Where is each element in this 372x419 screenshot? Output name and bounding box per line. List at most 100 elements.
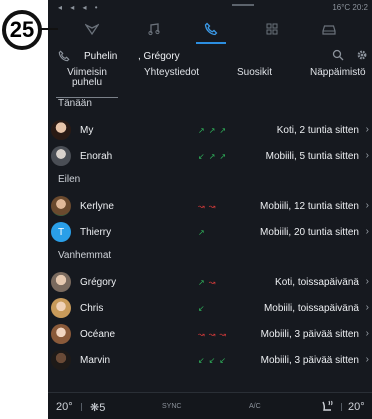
contact-avatar — [51, 324, 71, 344]
contact-name: Kerlyne — [80, 201, 114, 212]
nav-active-indicator — [196, 42, 226, 44]
sync-button[interactable]: SYNC — [162, 403, 181, 410]
status-bar: ◂ ◂ ◂ • 16°C 20:2 — [48, 0, 372, 14]
contact-name: Marvin — [80, 355, 111, 366]
call-type-icons: ↗↝ — [198, 278, 219, 287]
section-header: Eilen — [58, 174, 81, 185]
call-log-row[interactable]: Grégory ↗↝ Koti, toissapäivänä › — [48, 270, 372, 296]
call-type-icons: ↗ — [198, 228, 209, 237]
nav-phone-button[interactable] — [193, 18, 229, 40]
missed-call-icon: ↝ — [198, 202, 209, 211]
fan-speed-value: 5 — [99, 402, 106, 414]
temp-left-control[interactable]: 20° — [56, 401, 73, 413]
call-detail: Mobiili, 3 päivää sitten — [260, 355, 359, 366]
status-handle — [232, 4, 254, 6]
chevron-right-icon: › — [365, 124, 369, 135]
nav-apps-button[interactable] — [254, 18, 290, 40]
car-icon — [322, 25, 336, 35]
fan-icon: ❋ — [90, 402, 100, 414]
contact-avatar — [51, 272, 71, 292]
tab-recent-calls[interactable]: Viimeisin puhelu — [56, 68, 118, 88]
avatar-letter: T — [57, 226, 65, 238]
contact-name: Thierry — [80, 227, 112, 238]
nav-media-button[interactable] — [136, 18, 172, 40]
outgoing-call-icon: ↗ — [208, 126, 220, 135]
tab-keypad[interactable]: Näppäimistö — [310, 68, 366, 78]
nav-vehicle-button[interactable] — [311, 18, 347, 40]
chevron-right-icon: › — [365, 354, 369, 365]
call-type-icons: ↙ — [198, 304, 209, 313]
chevron-right-icon: › — [365, 226, 369, 237]
tab-favorites[interactable]: Suosikit — [237, 68, 272, 78]
phone-header: Puhelin , Grégory — [48, 46, 372, 68]
search-button[interactable] — [332, 49, 344, 64]
seat-heat-button[interactable] — [320, 400, 334, 415]
call-detail: Mobiili, 5 tuntia sitten — [265, 151, 359, 162]
incoming-call-icon: ↙ — [208, 356, 220, 365]
call-detail: Mobiili, toissapäivänä — [263, 303, 359, 314]
call-detail: Koti, 2 tuntia sitten — [276, 125, 359, 136]
call-log-row[interactable]: Kerlyne ↝↝ Mobiili, 12 tuntia sitten › — [48, 194, 372, 220]
incoming-call-icon: ↙ — [198, 152, 209, 161]
tab-recent-calls-line2: puhelu — [71, 77, 103, 88]
temp-right-control[interactable]: 20° — [348, 401, 365, 413]
ac-button[interactable]: A/C — [249, 403, 261, 410]
call-detail: Mobiili, 12 tuntia sitten — [260, 201, 359, 212]
top-navigation — [48, 14, 372, 44]
section-header: Vanhemmat — [58, 250, 112, 261]
contact-name: My — [80, 125, 94, 136]
call-detail: Koti, toissapäivänä — [275, 277, 359, 288]
outgoing-call-icon: ↗ — [219, 126, 231, 135]
call-log-row[interactable]: My ↗↗↗ Koti, 2 tuntia sitten › — [48, 118, 372, 144]
fan-speed-control[interactable]: ❋5 — [90, 401, 105, 414]
contact-avatar — [51, 350, 71, 370]
settings-button[interactable] — [356, 49, 368, 64]
call-type-icons: ↝↝↝ — [198, 330, 230, 339]
call-type-icons: ↗↗↗ — [198, 126, 230, 135]
gear-icon — [357, 50, 367, 60]
divider — [341, 403, 342, 411]
grid-icon — [266, 23, 278, 35]
call-log-row[interactable]: Marvin ↙↙↙ Mobiili, 3 päivää sitten › — [48, 348, 372, 374]
missed-call-icon: ↝ — [198, 330, 209, 339]
chevron-right-icon: › — [365, 302, 369, 313]
outgoing-call-icon: ↗ — [198, 278, 209, 287]
phone-title: Puhelin — [84, 51, 118, 62]
phone-icon — [204, 22, 218, 36]
nav-navigation-button[interactable] — [74, 18, 110, 40]
call-log-row[interactable]: T Thierry ↗ Mobiili, 20 tuntia sitten › — [48, 220, 372, 246]
call-type-icons: ↙↗↗ — [198, 152, 230, 161]
connected-device-name: , Grégory — [138, 51, 180, 62]
missed-call-icon: ↝ — [219, 330, 231, 339]
missed-call-icon: ↝ — [208, 278, 220, 287]
divider — [81, 403, 82, 411]
status-right-text: 16°C 20:2 — [332, 3, 368, 12]
incoming-call-icon: ↙ — [219, 356, 231, 365]
outgoing-call-icon: ↗ — [219, 152, 231, 161]
call-log-row[interactable]: Enorah ↙↗↗ Mobiili, 5 tuntia sitten › — [48, 144, 372, 170]
chevron-right-icon: › — [365, 150, 369, 161]
contact-name: Grégory — [80, 277, 117, 288]
status-icons: ◂ ◂ ◂ • — [58, 3, 101, 12]
call-type-icons: ↝↝ — [198, 202, 219, 211]
call-log-row[interactable]: Chris ↙ Mobiili, toissapäivänä › — [48, 296, 372, 322]
phone-small-icon — [58, 50, 70, 62]
contact-name: Chris — [80, 303, 104, 314]
seat-heat-icon — [322, 400, 333, 411]
incoming-call-icon: ↙ — [198, 304, 209, 313]
call-log-row[interactable]: Océane ↝↝↝ Mobiili, 3 päivää sitten › — [48, 322, 372, 348]
climate-bar: 20° ❋5 SYNC A/C 20° — [48, 392, 372, 419]
tab-contacts[interactable]: Yhteystiedot — [144, 68, 199, 78]
outgoing-call-icon: ↗ — [208, 152, 220, 161]
missed-call-icon: ↝ — [208, 202, 220, 211]
navigation-icon — [85, 23, 99, 36]
outgoing-call-icon: ↗ — [198, 228, 209, 237]
phone-tabs: Viimeisin puhelu Yhteystiedot Suosikit N… — [48, 68, 372, 98]
contact-name: Enorah — [80, 151, 113, 162]
call-detail: Mobiili, 3 päivää sitten — [260, 329, 359, 340]
contact-avatar — [51, 146, 71, 166]
call-detail: Mobiili, 20 tuntia sitten — [260, 227, 359, 238]
callout-number: 25 — [9, 17, 35, 42]
section-header: Tänään — [58, 98, 92, 109]
infotainment-screen: ◂ ◂ ◂ • 16°C 20:2 Puhelin , Grégory Viim… — [48, 0, 372, 419]
